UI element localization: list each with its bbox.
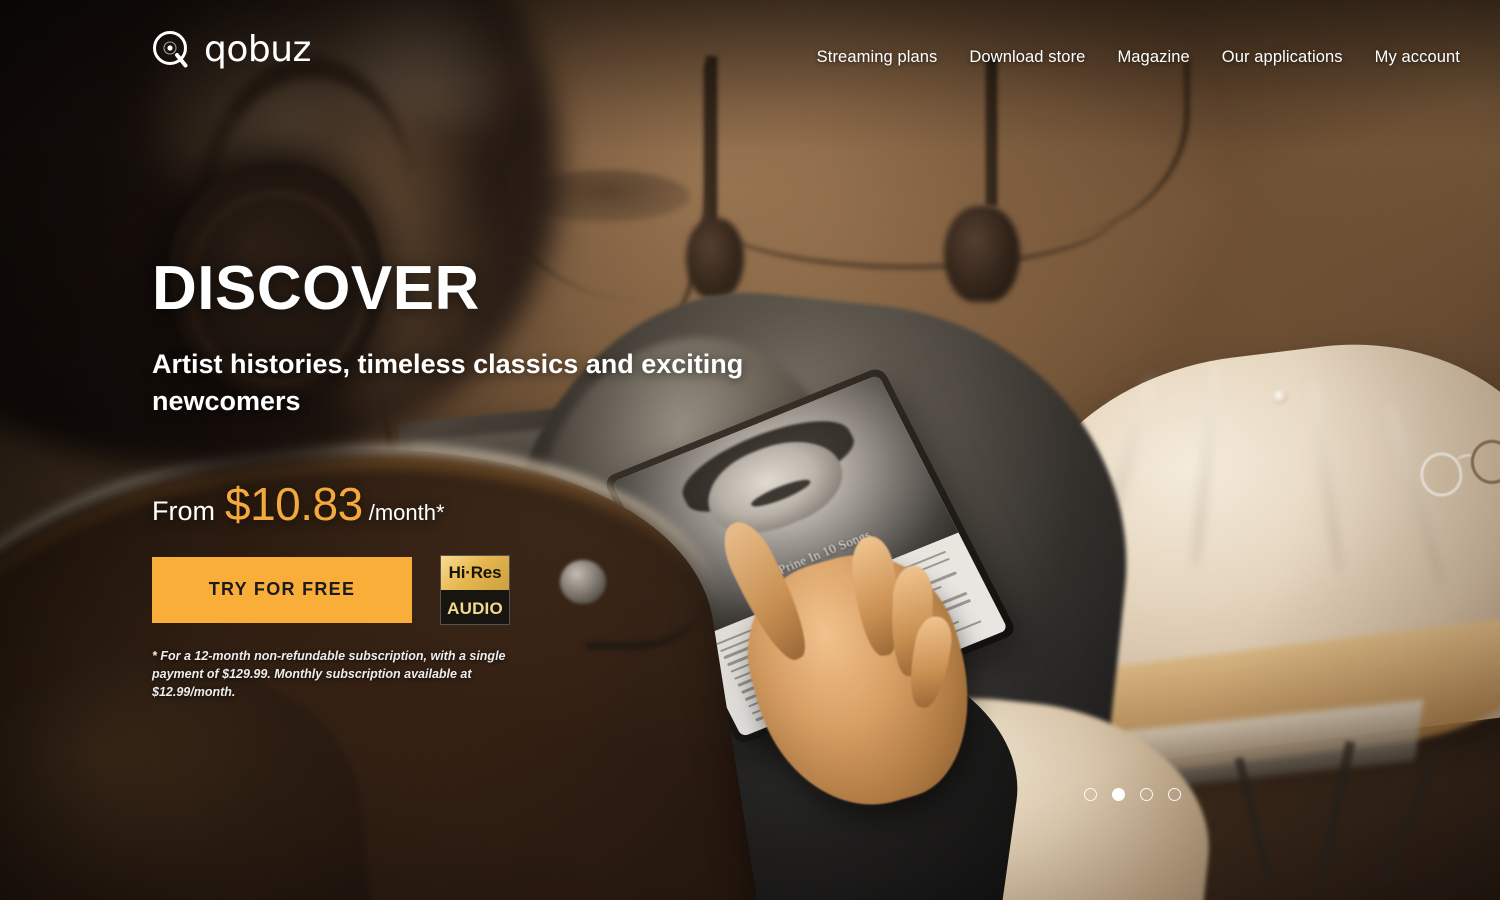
hero-ui-layer: qobuz Streaming plans Download store Mag… xyxy=(0,0,1500,900)
page-title: DISCOVER xyxy=(152,254,480,323)
site-header: qobuz Streaming plans Download store Mag… xyxy=(0,0,1500,120)
cta-row: TRY FOR FREE Hi·Res AUDIO xyxy=(152,554,792,625)
hi-res-audio-badge: Hi·Res AUDIO xyxy=(440,554,510,625)
nav-item-my-account[interactable]: My account xyxy=(1375,48,1460,67)
qobuz-logo-link[interactable]: qobuz xyxy=(152,30,311,70)
hero-copy: DISCOVER Artist histories, timeless clas… xyxy=(152,258,792,701)
try-for-free-button[interactable]: TRY FOR FREE xyxy=(152,556,412,623)
nav-item-magazine[interactable]: Magazine xyxy=(1117,48,1189,67)
carousel-dot-1[interactable] xyxy=(1084,788,1097,801)
hero-banner: John Prine In 10 Songs A Qobuz Magazine … xyxy=(0,0,1500,900)
carousel-dot-3[interactable] xyxy=(1140,788,1153,801)
badge-bottom-label: AUDIO xyxy=(441,589,509,624)
carousel-dot-2[interactable] xyxy=(1112,788,1125,801)
vinyl-record-q-icon xyxy=(152,30,192,70)
pricing-fineprint: * For a 12-month non-refundable subscrip… xyxy=(152,648,506,700)
nav-item-our-applications[interactable]: Our applications xyxy=(1222,48,1343,67)
price-prefix: From xyxy=(152,495,215,526)
badge-top-label: Hi·Res xyxy=(441,555,509,590)
nav-item-streaming-plans[interactable]: Streaming plans xyxy=(817,48,938,67)
price-amount: $10.83 xyxy=(225,477,363,530)
carousel-dot-4[interactable] xyxy=(1168,788,1181,801)
carousel-pagination xyxy=(1084,788,1181,801)
price-row: From $10.83 /month* xyxy=(152,477,792,531)
nav-item-download-store[interactable]: Download store xyxy=(969,48,1085,67)
hero-subtitle: Artist histories, timeless classics and … xyxy=(152,349,744,417)
main-navigation: Streaming plans Download store Magazine … xyxy=(817,30,1460,67)
price-period: /month* xyxy=(368,499,445,525)
brand-wordmark: qobuz xyxy=(204,29,311,70)
